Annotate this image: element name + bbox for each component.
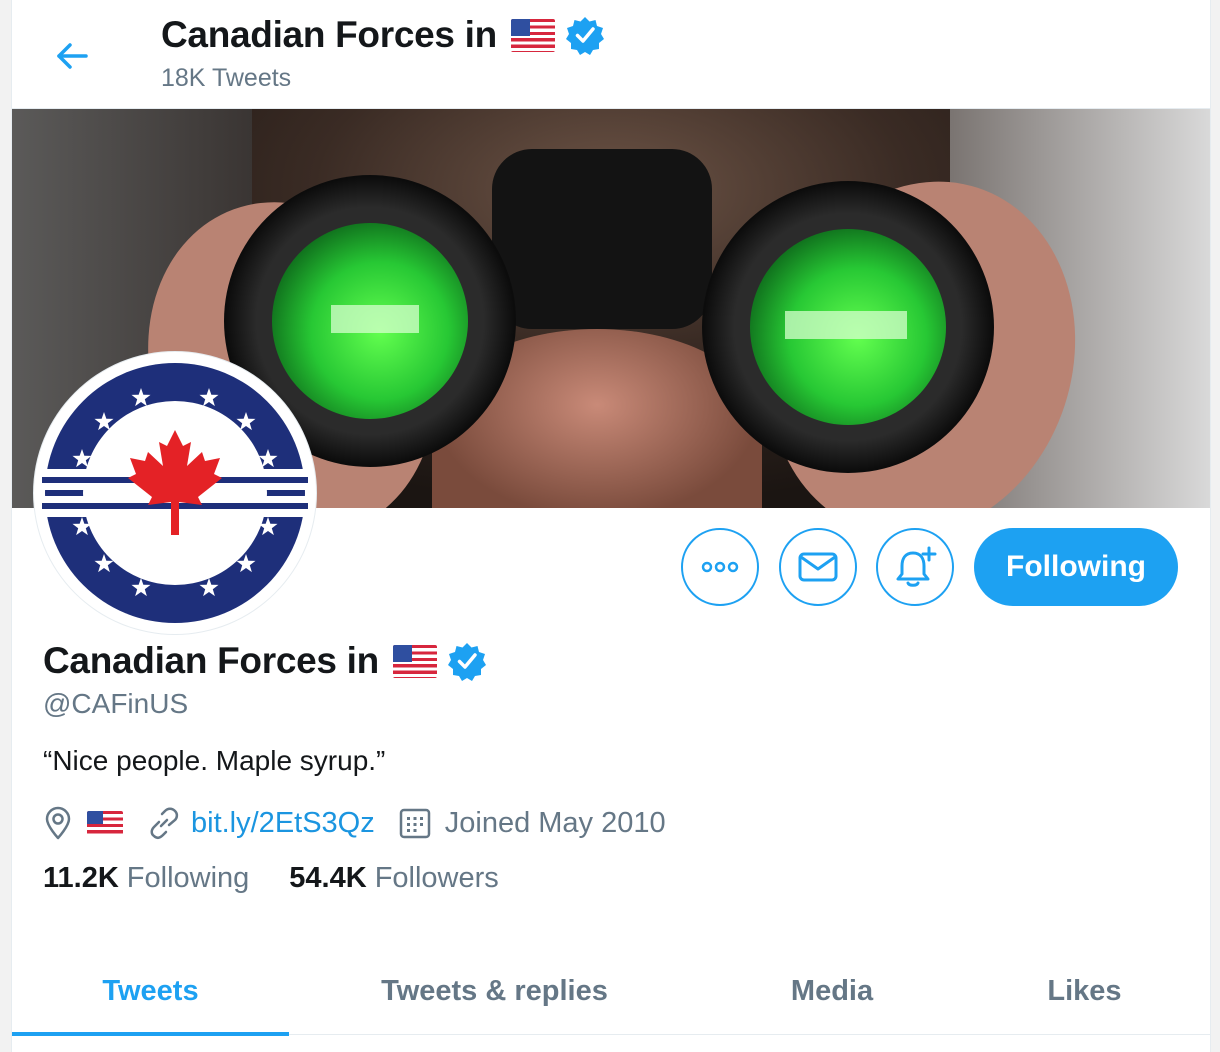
roundel-logo xyxy=(42,363,308,623)
tab-tweets-replies[interactable]: Tweets & replies xyxy=(342,948,647,1034)
profile-avatar[interactable] xyxy=(34,352,316,634)
joined-date: Joined May 2010 xyxy=(444,806,666,839)
more-button[interactable] xyxy=(681,528,759,606)
tab-tweets-replies-label: Tweets & replies xyxy=(381,974,608,1007)
more-icon xyxy=(701,561,739,573)
profile-meta: bit.ly/2EtS3Qz Joined May 2010 xyxy=(43,803,690,843)
active-tab-indicator xyxy=(12,1032,289,1036)
mail-icon xyxy=(798,552,838,582)
following-button[interactable]: Following xyxy=(974,528,1178,606)
profile-page: Canadian Forces in 18K Tweets Following … xyxy=(11,0,1211,1052)
header-title: Canadian Forces in xyxy=(161,14,605,56)
calendar-icon xyxy=(399,808,430,839)
following-label: Following xyxy=(126,862,250,894)
joined-item: Joined May 2010 xyxy=(399,807,666,840)
tab-likes[interactable]: Likes xyxy=(1002,948,1167,1034)
tab-tweets-label: Tweets xyxy=(102,974,199,1007)
followers-stat[interactable]: 54.4K Followers xyxy=(289,862,498,895)
verified-badge-icon xyxy=(447,641,487,681)
tweet-count: 18K Tweets xyxy=(161,64,292,92)
profile-bio: “Nice people. Maple syrup.” xyxy=(43,745,386,776)
followers-count: 54.4K xyxy=(289,862,367,894)
tab-likes-label: Likes xyxy=(1047,974,1122,1007)
back-arrow-icon xyxy=(57,43,88,69)
location-item xyxy=(43,806,123,840)
link-icon xyxy=(150,807,179,840)
tab-tweets[interactable]: Tweets xyxy=(12,948,289,1036)
profile-name: Canadian Forces in xyxy=(43,640,487,682)
profile-handle: @CAFinUS xyxy=(43,688,189,719)
bell-plus-icon xyxy=(896,546,937,587)
website-link[interactable]: bit.ly/2EtS3Qz xyxy=(191,807,375,840)
us-flag-icon xyxy=(392,644,437,678)
message-button[interactable] xyxy=(779,528,857,606)
verified-badge-icon xyxy=(565,15,605,55)
following-stat[interactable]: 11.2K Following xyxy=(43,862,249,895)
top-bar: Canadian Forces in 18K Tweets xyxy=(12,0,1210,109)
followers-label: Followers xyxy=(374,862,499,894)
us-flag-icon xyxy=(510,18,555,52)
us-flag-icon xyxy=(87,811,123,835)
binoculars-bridge xyxy=(492,149,712,329)
location-pin-icon xyxy=(45,806,71,840)
binocular-lens-right xyxy=(702,181,994,473)
profile-tabs: Tweets Tweets & replies Media Likes xyxy=(12,948,1210,1036)
website-item[interactable]: bit.ly/2EtS3Qz xyxy=(147,806,375,840)
notifications-button[interactable] xyxy=(876,528,954,606)
following-count: 11.2K xyxy=(43,862,119,894)
tab-media[interactable]: Media xyxy=(732,948,932,1034)
header-name: Canadian Forces in xyxy=(161,14,497,55)
tab-media-label: Media xyxy=(790,974,874,1007)
profile-name-text: Canadian Forces in xyxy=(43,640,379,681)
profile-stats: 11.2K Following 54.4K Followers xyxy=(43,862,499,895)
back-button[interactable] xyxy=(46,30,98,82)
